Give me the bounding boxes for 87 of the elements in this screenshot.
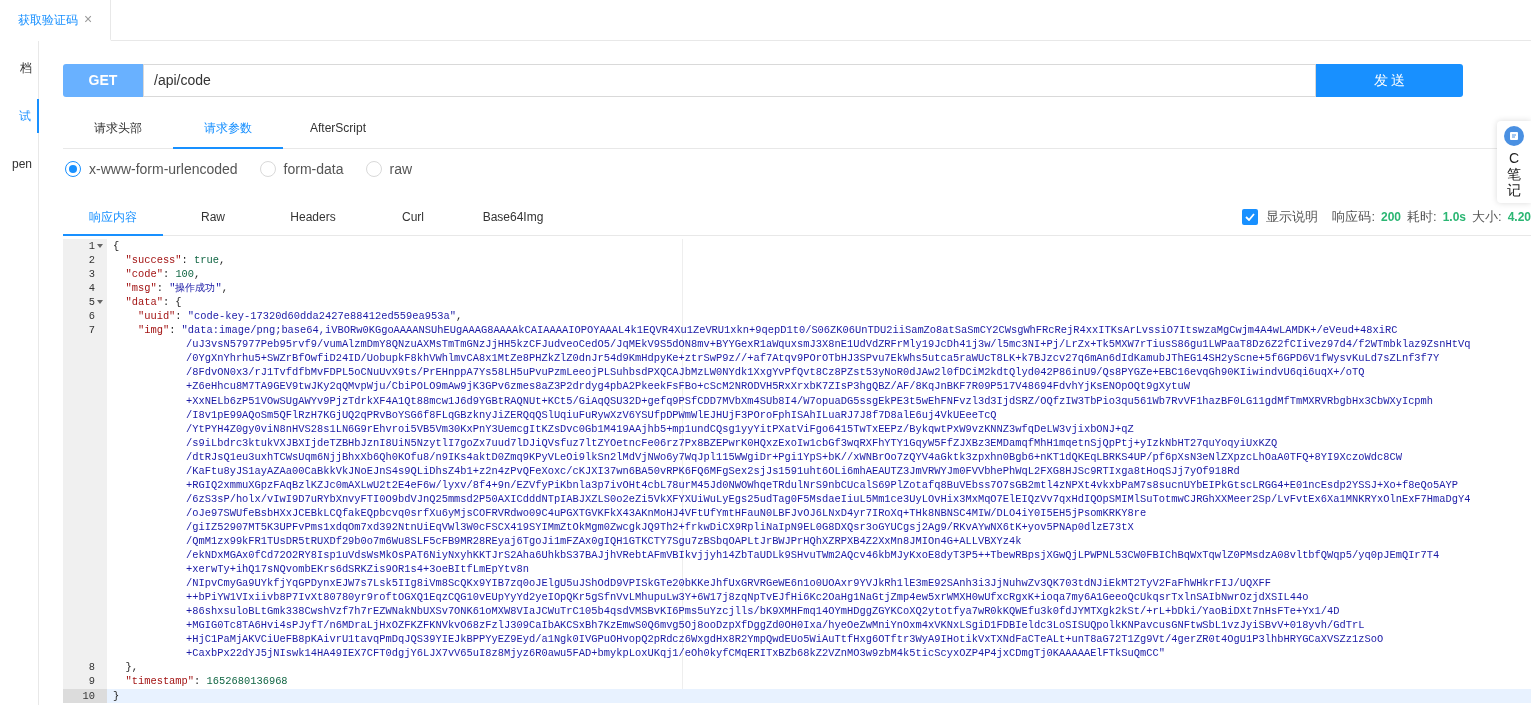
code-text: +Z6eHhcu8M7TA9GEV9twJKy2qQMvpWju/CbiPOLO9mAw9jK3GPv6zmes8aZ3P2drdyg4pbA2PkeekFsFBo+cScM2NRODVH5RxXrxbK7ZIsP3hgQBZ/AF/8KqJnBKF7R09P517V48694FdvhYjKsENOpOQt9gXytuW: [186, 379, 1190, 394]
tab[interactable]: AfterScript: [283, 109, 393, 149]
line-number: 6: [88, 309, 95, 324]
code-text: +MGIG0Tc8TA6Hvi4sPJyfT/n6MDraLjHxOZFKZFKNVkvO68zFzlJ309CaIbAKCSxBh7KzEmwS0Q6mvg5Oj8ooDzpXfDggZd0OH0Ixa/hyeOeZwMniYnOxm4xVKNxLSgiD1FDBIeldc3LoSISUQpolkKNPavcusGNFtwSbL1vzJyiSBvV+018yvh/GdTrL: [186, 618, 1365, 633]
meta-label: 响应码:: [1332, 208, 1375, 227]
meta-label: 耗时:: [1407, 208, 1437, 227]
code-text: +CaxbPx22dYJ5jNIswk14HA49IEX7CFT0dgjY6LJX7vV65uI8z8Mjyz6R0awu5FAD+bmykpLoxUKqj1/eOh0kyfCMqERITxBZb68kZ2VZnMO3w9zbM4k5ticScyxOZP4P4jxCDmgTj0KAAAAAElFTkSuQmCC": [186, 646, 1165, 661]
meta-value: 1.0s: [1442, 209, 1466, 226]
meta-label: 大小:: [1472, 208, 1502, 227]
radio-label: x-www-form-urlencoded: [89, 159, 238, 179]
line-number: 7: [88, 323, 95, 338]
code-token: "code": [124, 267, 163, 282]
line-number: 1: [88, 239, 95, 254]
code-token: :: [169, 323, 177, 338]
code-token: "data": [124, 295, 163, 310]
code-token: {: [113, 239, 120, 254]
line-number: 3: [88, 267, 95, 282]
sidebar-item[interactable]: pen: [0, 147, 38, 181]
line-number: 4: [88, 281, 95, 296]
code-token: ,: [221, 281, 228, 296]
radio-label: form-data: [283, 159, 344, 179]
tab[interactable]: Raw: [163, 199, 263, 236]
code-token: ,: [455, 309, 463, 324]
code-text: /oJe97SWUfeBsbHXxJCEBkLCQfakEQpbcvq0srfXu6yMjsCOFRVRdwo09C4uPGXTGVKFkX43AKnMoHJ4VFtUfYmtHFauN0LBFJvOJ6LNxD4yr7IRoXq+THk8NBNSC4MIW/DLO4iY0I5EH5jPsomKRKY8re: [186, 505, 1147, 520]
code-token: "data:image/png;base64,iVBORw0KGgoAAAANSUhEUgAAAG8AAAAkCAIAAAAIOPOYAAAL4k1EQVR4Xu1ZeVRU1xkn+9qepD1t0/S06ZK06UnTDU2iiSamZo8atSaSmCY2CWsgWhFRcRejR4xxITKsArLvssiO7ItswzaMgCwjm4A4wLAMDK+/eVeud+48xiRC: [181, 323, 1398, 338]
code-token: }: [113, 688, 120, 703]
sidebar-item[interactable]: 档: [0, 51, 38, 85]
checkbox-label: 显示说明: [1266, 208, 1319, 227]
code-text: /dtRJsQ1eu3uxhTCWsUqm6NjjBhxXb6Qh0KOfu8/n9IKs4aktD0Zmq9KPyVLeOi9lkSn2lMdVjNWo6y7WqJpl115WWgiDr+Pgi1YpS+bK//xWNBrOo7zQYV4aGktk3zpxhn0Bgb6+nKT1dQKEqLBRKS4UP/pf6pXsN3eNlZXpzcLhOaA0TFQ+8YI9XczoWdc8CW: [186, 449, 1402, 464]
code-text: /YtPYH4Z0gy0viN8nHVS28s1LN6G9rEhvroi5VB5Vm30KxPnY3UemcgItKZsDvc0Gb1M419AAjhb5+mp1undCQsg1yyYitPXatViFgo6415TwTxEEPz/BykqwtPxW9vzKNNZ3wfqDeLW3vjixbONJ+qZ: [186, 421, 1134, 436]
code-text: /6zS3sP/holx/vIwI9D7uRYbXnvyFTI0O9bdVJnQ25mmsd2P50AXICdddNTpIABJXZLS0o2eZi5VkXFYXUiWuLyEgs25udTag0F5MsdaeIiuL5Mm1ce3UyLOvHix3MxMqO7ElEIQzVv7qxHdIQOpSMIMlSuTotmwCJRGhXXMeer2Sp/LvFvtEx6Xa1MNKRYxOlnExF7HmaDgY4: [186, 491, 1471, 506]
line-number: 10: [82, 688, 95, 703]
code-text: +XxNELb6zP51VOwSUgAWYv9PjzTdrkXF4A1Qt88mcw1J6d9YGBtRAQNUt+KCt5/GiAqQSU32D+gefq9PSfCDD7MVbXm4SUb8I4/W7opuaDG5ssgEkPE3t5wEhFNFvzl3d3IjdSRZ/OQfzIW3TbPio3qu561Wb7RvVF1hazBF0LG11gdMfTmMXRVRbgbHx3CbWXyIcpmh: [186, 393, 1434, 408]
check-icon: [1245, 213, 1256, 221]
line-number: 8: [88, 660, 95, 675]
code-text: /giIZ52907MT5K3UPFvPms1xdqOm7xd392NtnUiEqVWl3W0cFSCX419SYIMmZtOkMgm0ZwcgkJQ9Th2+frkwDiCX9RpliNaIpN9EL0G8DXQsr3oGYUCgsj2Ag9/RKvAYwNX6tK+yov5PNAp0dlzE73tX: [186, 519, 1134, 534]
code-token: :: [194, 674, 202, 689]
line-number: 9: [88, 674, 95, 689]
code-token: :: [156, 281, 164, 296]
code-text: /0YgXnYhrhu5+SWZrBfOwfiD24ID/UobupkF8khVWhlmvCA8x1MtZe8PHZkZlZ0dnJr54d9KmHdpyKe+ztrSwP9z//+af7Atqv9POrOTbHJ3SPvu7EkWhs5utca5raWUcT8LK+k7BJzcv27q6mAn6dIdKamubJThEG14SH2yScne+5f6GPD6V1fWysvKuLd7sZLnf3f7Y: [186, 351, 1440, 366]
tab[interactable]: 请求头部: [63, 109, 173, 149]
tab-label: 获取验证码: [18, 11, 78, 29]
radio-label: raw: [389, 159, 413, 179]
tab[interactable]: Curl: [363, 199, 463, 236]
code-text: /I8v1pE99AQoSm5QFlRzH7KGjUQ2qPRvBoYSG6f8FLqGBzknyJiZERQqQSlUqiuFuRywXzV6YSUfpDPWmWlEJHUjF3POroFphISAhILuaRJ7J8f7D8alE6uj4VkUEeeTcQ: [186, 407, 997, 422]
tab[interactable]: Base64Img: [463, 199, 563, 236]
code-token: :: [181, 253, 189, 268]
code-text: +RGIQ2xmmuXGpzFAqBzlKZJc0mAXLwU2t2E4eF6w/lyxv/8f4+9n/EZVfyPiKbnla3p7ivOHt4cbL78urM45Jd0NWOWhqeTRdulNrS9nbCUcalS69PlZotafq8BuVEbss7O7sGB2mtl4zNPXt4vkxbPaM7s8sucnUYbEIPkGtscLRGG4+E01ncEsdp2YSSJ+Xo+f8eQo5AYP: [186, 477, 1459, 492]
code-token: ,: [219, 253, 226, 268]
note-icon: [1504, 126, 1524, 146]
floating-panel[interactable]: C 笔 记: [1497, 121, 1531, 203]
code-token: "操作成功": [169, 281, 222, 296]
line-number: 5: [88, 295, 95, 310]
checkbox[interactable]: [1242, 209, 1259, 225]
code-token: "msg": [124, 281, 157, 296]
widget-text: 记: [1507, 182, 1521, 198]
code-token: 1652680136968: [206, 674, 288, 689]
code-token: "timestamp": [124, 674, 195, 689]
url-field[interactable]: /api/code: [143, 64, 1316, 97]
tab[interactable]: Headers: [263, 199, 363, 236]
code-text: ++bPiYW1VIxiivb8P7IvXt80780yr9roftOGXQ1EqzCQG10vEUpYyYd2yeIOpQKr5gSfnVvLMhupuLw3Y+6W17j8zqNpTvEJfHi6Kc2OaHg1NaGtjZmp4ew5xrWMXH0wUfxcRgxK+ioqa7my6A1GeeoQcUkqsrTxlnSAIbNwrOzjdXSIL44o: [186, 590, 1309, 605]
code-text: +86shxsuloBLtGmk338CwshVzf7h7rEZWNakNbUXSv7ONK61oMXW8VIaJCWuTrC105b4qsdVMSBvKI6Pms5uYzcjlls/bK9XMHFmq14OYmHDggZGYKCoXQ2ytotfya7wR0kKQWEfu3k0fdJYMTXgk2kSt/+rL+bDki/YaoBiDXt7nHsFTe+Yx1/4D: [186, 604, 1340, 619]
code-token: ,: [194, 267, 201, 282]
code-token: "code-key-17320d60dda2427e88412ed559ea953a": [187, 309, 456, 324]
meta-value: 200: [1381, 209, 1402, 226]
code-text: +xerwTy+ihQ17sNQvombEKrs6dSRKZis9OR1s4+3oeBItfLmEpYtv8n: [186, 562, 529, 577]
code-text: /KaFtu8yJS1ayAZAa00CaBkkVkJNoEJnS4s9QLiDhsZ4b1+z2n4zPvQFeXoxc/cKJXI37wn6BA50vRPK6FQ6MFgSex2sjJs1591uht6OLi6mhAEAUTZ3JmVRWYJm0FVVbhePhWqL2FXG8HJSc9RTIxga8tHoqSJj7yOf918Rd: [186, 463, 1240, 478]
code-token: 100: [175, 267, 195, 282]
code-token: "success": [124, 253, 182, 268]
code-text: /8FdvON0x3/rJ1TvfdfbMvFDPL5oCNuUvX9ts/PrEHnppA7Ys58LH5uPvuPzmLeeojPLSuhbsdPXQCAJbMzLW0NYdk1XxgYvPfQvt8Cz8PZst53yNoR0dJAw2l0fDCiM2kdtQlyd042P86inU9/Qs8PYGZe+EBC16evqGh90KIiwindvU6qi6uqX+/oTQ: [186, 365, 1365, 380]
code-text: /ekNDxMGAx0fCd72O2RY8Isp1uVdsWsMkOsPAT6NiyNxyhKKTJrS2Aha6UhkbS37BAJjhVRebtAFmVBIkvjjyh14ZbTaUDLk9SHvuTWm2AQcv46kbMJyKxoE8dyT3P5++TbewRBpsjXGwQjLPWPNL53CW0FBIChBqWxTqwlZ0PMsdzA08vltbfQWqp5/yq0pJEmQIr7T4: [186, 548, 1440, 563]
code-text: +HjC1PaMjAKVCiUeFB8pKAivrU1tavqPmDqJQS39YIEJkBPPYyEZ9Eyd/a1Ngk0IVGPuOHvopQ2pRdcz6WxgdHx8R2YmpQwdEUo5WiAuTtfHxg6OTftr3WyA9IHotikVxTXNdFaCTeALt+unT8aG72T1Zg9Vt/4gerZR0t4OgU1P3lhbHRYGCaXVSZz1zSoO: [186, 632, 1384, 647]
code-token: "uuid": [136, 309, 176, 324]
code-text: /uJ3vsN57977Peb95rvf9/vumAlzmDmY8QNzuAXMsTmTmGNzJjHH5kzCFJudveoCedO5/JqMEkV9S5dON8mv+BYYGexR1aWquxsmJ3X8nE1UdVdZRFrMly19JcDh41j3w/l5mc3NI+Pj/LrZx+Tk5MXW7rTiusS86gu1LWPaaT8Dz6Z2fCIivez97d4/f2WTmbklaz9ZsnHtVq: [186, 337, 1471, 352]
code-token: :: [162, 267, 171, 282]
code-text: /NIpvCmyGa9UYkfjYqGPDynxEJW7s7Lsk5IIg8iVm8ScQKx9YIB7zq0oJElgU5uJShOdD9VPISkGTe20bKKeJhfUxGRVRGeWE6n1o0UOAxr9YVJkRh1lE3mE92SAnh3i3JjNuhwZv3QK703tdNJiEkMT2TyV2FaFhWHkrFIJ/UQXFF: [186, 576, 1271, 591]
code-token: : {: [162, 295, 182, 310]
code-token: "img": [136, 323, 170, 338]
code-text: /QmM1zx99kFR1TUsDR5tRUXDf29b0o7m6Wu8SLF5cFB9MR28REyaj6TgoJi1mFZAx0gIQH1GTKCTY7Sgu7zBSbqOAPLtJrBWJPrHQhXZRPXB4Z2XxMn8JMIOn4G+ALLVBXYz4k: [186, 534, 1022, 549]
code-token: true: [194, 253, 220, 268]
widget-text: 笔: [1507, 166, 1521, 182]
code-token: },: [124, 660, 138, 675]
line-number: 2: [88, 253, 95, 268]
code-token: :: [175, 309, 183, 324]
meta-value: 4.20: [1507, 209, 1531, 226]
widget-text: C: [1508, 150, 1520, 166]
code-text: /s9iLbdrc3ktukVXJBXIjdeTZBHbJznI8UiN5NzytlI7goZx7uud7lDJiQVsfuz7ltZYOetncFe06rz7Px8BZEPwrK0HQxzExoIw1cbGf3wqRXFhYTY1GqyW5FfZJXBz3EMDamqfMhH1mqetnSjQpPtj+yIzkNbHT27quYoqyiUxKZQ: [186, 435, 1278, 450]
